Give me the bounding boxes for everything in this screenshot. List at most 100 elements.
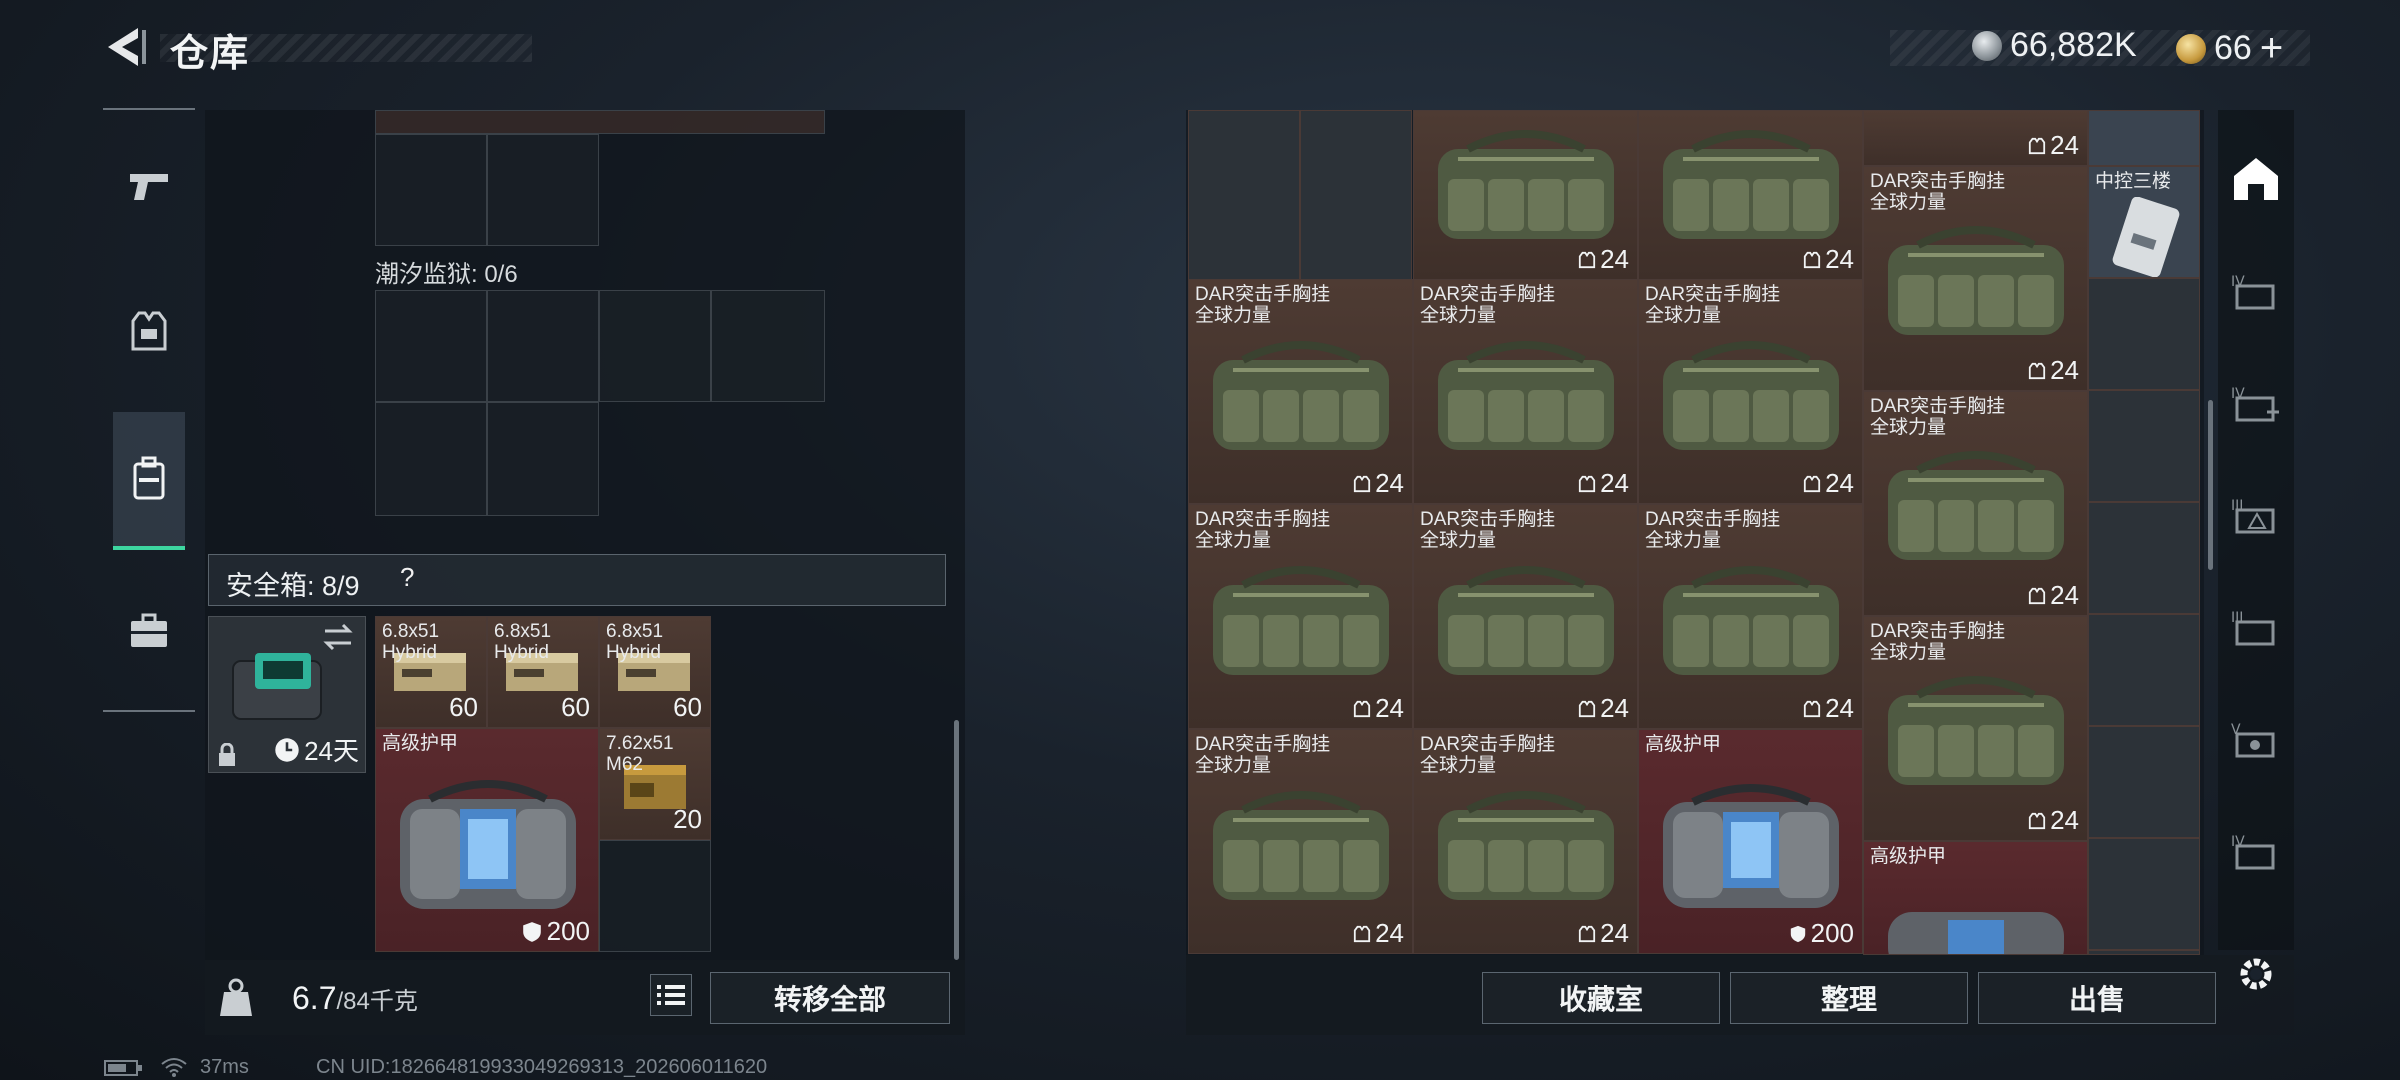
add-gold-button[interactable]: +: [2260, 26, 2283, 71]
stash-tab-4c[interactable]: IV: [2226, 822, 2286, 882]
item-count: 24: [1578, 918, 1629, 949]
safe-box-timer: 24天: [274, 731, 359, 768]
grid-slot[interactable]: [1188, 110, 1300, 280]
vest-icon: [131, 311, 167, 351]
stash-tab-3b[interactable]: III: [2226, 598, 2286, 658]
stash-tab-3a[interactable]: III: [2226, 486, 2286, 546]
vest-item[interactable]: DAR突击手胸挂 全球力量 24: [1413, 279, 1638, 504]
organize-button[interactable]: 整理: [1730, 972, 1968, 1024]
vest-small-icon: [1353, 700, 1371, 717]
vest-small-icon: [2028, 587, 2046, 604]
item-name: DAR突击手胸挂 全球力量: [1195, 284, 1330, 326]
item-count: 20: [673, 804, 702, 834]
grid-slot[interactable]: [487, 134, 599, 246]
list-view-button[interactable]: [650, 974, 692, 1016]
chest-rig-icon: [1888, 676, 2064, 785]
vest-item[interactable]: DAR突击手胸挂 全球力量 24: [1188, 279, 1413, 504]
vest-item[interactable]: DAR突击手胸挂 全球力量 24: [1413, 504, 1638, 729]
vest-item[interactable]: 24: [1638, 110, 1863, 280]
silver-currency[interactable]: 66,882K: [1972, 26, 2137, 65]
ammo-item[interactable]: 6.8x51 Hybrid 60: [375, 616, 487, 728]
ammo-item[interactable]: 6.8x51 Hybrid 60: [599, 616, 711, 728]
prison-slot[interactable]: [375, 402, 487, 516]
armor-item-partial[interactable]: 高级护甲: [1863, 841, 2088, 955]
vest-item[interactable]: DAR突击手胸挂 全球力量 24: [1638, 504, 1863, 729]
rail-supplies[interactable]: [113, 595, 185, 667]
item-name: DAR突击手胸挂 全球力量: [1870, 396, 2005, 438]
vest-item[interactable]: DAR突击手胸挂 全球力量 24: [1413, 729, 1638, 954]
wifi-icon: [161, 1058, 187, 1077]
swap-icon[interactable]: [321, 623, 355, 651]
stash-tab-4b[interactable]: IV: [2226, 374, 2286, 434]
gold-coin-icon: [2176, 33, 2206, 64]
grid-slot[interactable]: [375, 134, 487, 246]
chest-rig-icon: [1438, 791, 1614, 900]
settings-button[interactable]: [2234, 952, 2278, 1001]
vest-small-icon: [1353, 475, 1371, 492]
grid-slot[interactable]: [2088, 614, 2200, 726]
safe-box-container[interactable]: 24天: [208, 616, 366, 773]
item-name-line1: DAR突击手胸挂: [1870, 171, 2006, 192]
left-scrollbar[interactable]: [954, 720, 959, 960]
weight-readout: 6.7/84千克: [292, 980, 418, 1017]
ammo-item[interactable]: 7.62x51 M62 20: [599, 728, 711, 840]
gold-currency[interactable]: 66 +: [2176, 26, 2283, 71]
item-name-line2: 全球力量: [1195, 305, 1272, 326]
ammo-item[interactable]: 6.8x51 Hybrid 60: [487, 616, 599, 728]
grid-slot[interactable]: [2088, 726, 2200, 838]
item-count: 24: [1353, 693, 1404, 724]
collection-room-button[interactable]: 收藏室: [1482, 972, 1720, 1024]
keycard-item[interactable]: 中控三楼: [2088, 166, 2200, 278]
safe-box-duration: 24天: [304, 736, 359, 766]
right-scrollbar[interactable]: [2208, 400, 2213, 570]
item-count: 24: [1578, 693, 1629, 724]
prison-slot[interactable]: [599, 290, 711, 402]
item-count: 24: [2028, 580, 2079, 611]
vest-item[interactable]: DAR突击手胸挂 全球力量 24: [1863, 391, 2088, 616]
grid-slot[interactable]: [2088, 838, 2200, 950]
grid-slot[interactable]: [2088, 502, 2200, 614]
vest-item-partial[interactable]: 24: [1863, 110, 2088, 166]
item-count: 24: [1578, 244, 1629, 275]
stash-tab-main[interactable]: [2226, 148, 2286, 208]
rail-armor[interactable]: [113, 295, 185, 367]
vest-small-icon: [1578, 475, 1596, 492]
silver-coin-icon: [1972, 30, 2002, 61]
back-button[interactable]: [100, 22, 150, 72]
transfer-all-button[interactable]: 转移全部: [710, 972, 950, 1024]
armor-item[interactable]: 高级护甲 200: [1638, 729, 1863, 954]
vest-small-icon: [2028, 812, 2046, 829]
grid-slot[interactable]: [1300, 110, 1412, 280]
prison-slot[interactable]: [487, 402, 599, 516]
partial-item-row[interactable]: [375, 110, 825, 134]
item-name-line1: DAR突击手胸挂: [1195, 509, 1331, 530]
item-name: 6.8x51 Hybrid: [494, 621, 552, 663]
armor-item[interactable]: 高级护甲 200: [375, 728, 599, 952]
item-count: 24: [2028, 805, 2079, 836]
prison-slot[interactable]: [711, 290, 825, 402]
sell-button[interactable]: 出售: [1978, 972, 2216, 1024]
vest-item[interactable]: DAR突击手胸挂 全球力量 24: [1863, 616, 2088, 841]
vest-item[interactable]: 24: [1413, 110, 1638, 280]
vest-item[interactable]: DAR突击手胸挂 全球力量 24: [1188, 504, 1413, 729]
armor-icon: [1888, 912, 2064, 954]
rail-backpack[interactable]: [113, 412, 185, 550]
grid-slot[interactable]: [2088, 390, 2200, 502]
item-count: 24: [1353, 468, 1404, 499]
stash-tab-4a[interactable]: IV: [2226, 262, 2286, 322]
vest-item[interactable]: DAR突击手胸挂 全球力量 24: [1863, 166, 2088, 391]
grid-slot[interactable]: [2088, 278, 2200, 390]
safe-box-help-button[interactable]: ?: [400, 562, 414, 593]
prison-slot[interactable]: [487, 290, 599, 402]
item-name-line1: DAR突击手胸挂: [1645, 284, 1781, 305]
vest-item[interactable]: DAR突击手胸挂 全球力量 24: [1638, 279, 1863, 504]
gold-amount: 66: [2214, 29, 2252, 67]
prison-slot[interactable]: [375, 290, 487, 402]
item-name: 7.62x51 M62: [606, 733, 674, 775]
vest-small-icon: [2028, 137, 2046, 154]
vest-item[interactable]: DAR突击手胸挂 全球力量 24: [1188, 729, 1413, 954]
stash-tab-5[interactable]: V: [2226, 710, 2286, 770]
rail-weapons[interactable]: [113, 150, 185, 222]
keycard-item-partial[interactable]: [2088, 110, 2200, 166]
grid-slot[interactable]: [599, 840, 711, 952]
